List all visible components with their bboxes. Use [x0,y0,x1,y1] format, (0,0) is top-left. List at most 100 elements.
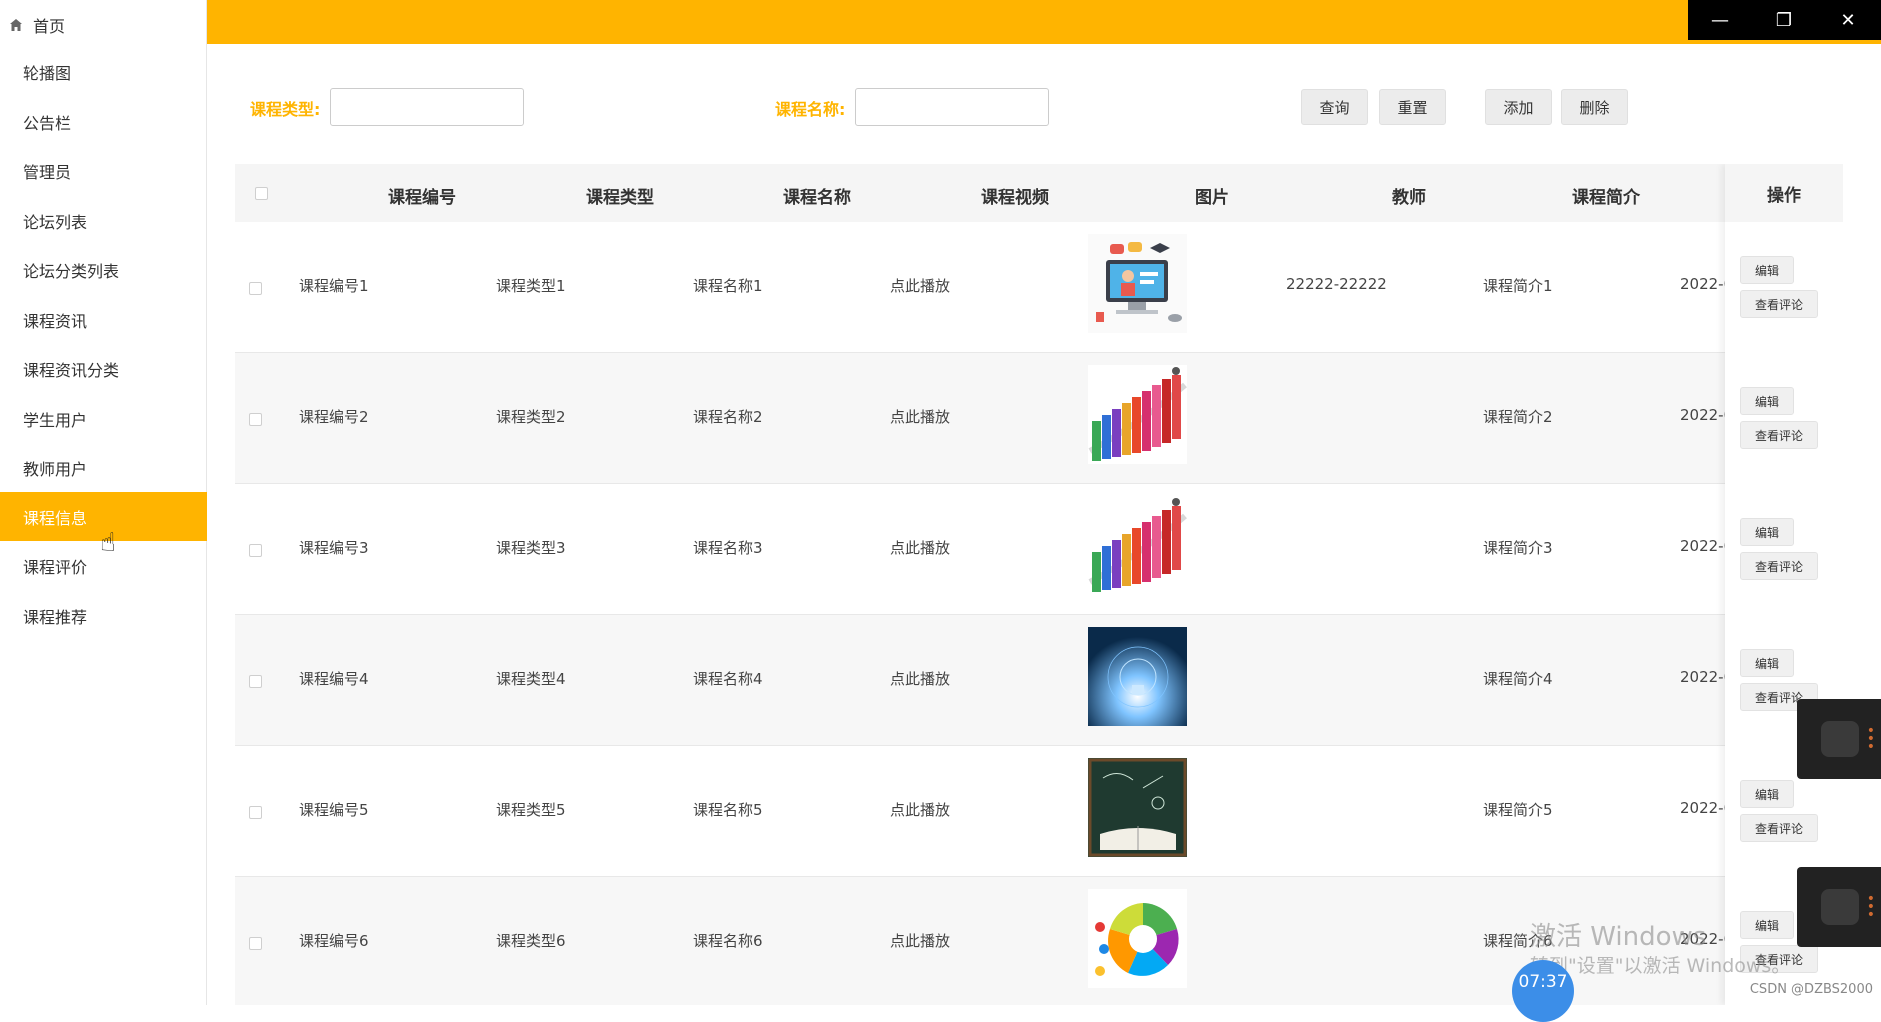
table-header: 课程编号 课程类型 课程名称 课程视频 图片 教师 课程简介 [235,164,1843,222]
sidebar-item-student-users[interactable]: 学生用户 [0,394,207,443]
header-course-name: 课程名称 [783,188,851,208]
header-course-type: 课程类型 [586,188,654,208]
cell-course-name: 课程名称2 [693,408,763,426]
header-course-intro: 课程简介 [1572,188,1640,208]
more-options-icon[interactable]: • • • [1867,892,1875,922]
table-row[interactable]: 课程编号5 课程类型5 课程名称5 点此播放 课程简介5 2022-0 [235,746,1843,877]
sidebar-item-label: 课程评价 [23,557,88,577]
play-video-link[interactable]: 点此播放 [890,930,950,951]
row-checkbox[interactable] [249,675,262,688]
row-checkbox[interactable] [249,937,262,950]
sidebar-item-label: 课程资讯 [23,311,88,331]
edit-button[interactable]: 编辑 [1740,911,1794,939]
view-comments-button[interactable]: 查看评论 [1740,421,1818,449]
lightbulb-tech-image [1088,627,1187,726]
edit-button[interactable]: 编辑 [1740,518,1794,546]
reset-button[interactable]: 重置 [1379,89,1446,125]
sidebar-item-label: 课程推荐 [23,607,88,627]
course-name-label: 课程名称: [775,100,846,119]
sidebar-item-label: 管理员 [23,162,72,182]
sidebar: 首页 轮播图 公告栏 管理员 论坛列表 论坛分类列表 课程资讯 课程资讯分类 学… [0,0,207,1005]
query-button[interactable]: 查询 [1301,89,1368,125]
row-checkbox[interactable] [249,544,262,557]
delete-button[interactable]: 删除 [1561,89,1628,125]
edit-button[interactable]: 编辑 [1740,780,1794,808]
colored-pencils-image [1088,365,1187,464]
header-operations: 操作 [1725,164,1843,222]
cell-course-code: 课程编号6 [299,932,369,950]
table-row[interactable]: 课程编号2 课程类型2 课程名称2 点此播放 课程简介2 2022-0 [235,353,1843,484]
window-controls: — ❐ ✕ [1688,0,1881,40]
sidebar-item-home[interactable]: 首页 [0,0,207,49]
edit-button[interactable]: 编辑 [1740,387,1794,415]
sidebar-item-course-news[interactable]: 课程资讯 [0,295,207,344]
course-type-input[interactable] [330,88,524,126]
play-video-link[interactable]: 点此播放 [890,799,950,820]
cell-course-name: 课程名称5 [693,801,763,819]
floating-video-widget[interactable]: • • • [1797,867,1881,947]
sidebar-item-teacher-users[interactable]: 教师用户 [0,443,207,492]
play-video-link[interactable]: 点此播放 [890,275,950,296]
more-options-icon[interactable]: • • • [1867,724,1875,754]
cell-course-code: 课程编号4 [299,670,369,688]
top-bar [207,0,1881,44]
cell-course-code: 课程编号1 [299,277,369,295]
sidebar-item-course-recommend[interactable]: 课程推荐 [0,591,207,640]
sidebar-item-course-news-category[interactable]: 课程资讯分类 [0,344,207,393]
colored-pencils-image [1088,496,1187,595]
view-comments-button[interactable]: 查看评论 [1740,290,1818,318]
floating-video-widget[interactable]: • • • [1797,699,1881,779]
cell-course-type: 课程类型3 [496,539,566,557]
select-all-checkbox[interactable] [255,187,268,200]
activation-watermark-title: 激活 Windows [1530,922,1707,952]
chalkboard-book-image [1088,758,1187,857]
hand-cursor-icon: ☝ [100,528,116,558]
row-checkbox[interactable] [249,806,262,819]
play-video-link[interactable]: 点此播放 [890,406,950,427]
close-icon[interactable]: ✕ [1816,0,1880,40]
video-player-icon [1821,721,1859,757]
row-checkbox[interactable] [249,413,262,426]
sidebar-item-label: 课程资讯分类 [23,360,120,380]
view-comments-button[interactable]: 查看评论 [1740,552,1818,580]
sidebar-item-forum-category[interactable]: 论坛分类列表 [0,245,207,294]
add-button[interactable]: 添加 [1485,89,1552,125]
course-table: 课程编号 课程类型 课程名称 课程视频 图片 教师 课程简介 课程编号1 课程类… [235,164,1843,1005]
cell-course-name: 课程名称6 [693,932,763,950]
infographic-wheel-image [1088,889,1187,988]
sidebar-item-label: 首页 [33,16,66,36]
cell-course-intro: 课程简介1 [1483,277,1553,295]
minimize-icon[interactable]: — [1688,0,1752,40]
cell-course-code: 课程编号3 [299,539,369,557]
restore-icon[interactable]: ❐ [1752,0,1816,40]
cell-course-type: 课程类型2 [496,408,566,426]
sidebar-item-label: 教师用户 [23,459,88,479]
view-comments-button[interactable]: 查看评论 [1740,814,1818,842]
table-row[interactable]: 课程编号1 课程类型1 课程名称1 点此播放 22222-22222 课程简介1… [235,222,1843,353]
cell-course-intro: 课程简介2 [1483,408,1553,426]
table-row[interactable]: 课程编号4 课程类型4 课程名称4 点此播放 课程简介4 2022-0 [235,615,1843,746]
sidebar-item-carousel[interactable]: 轮播图 [0,47,207,96]
sidebar-item-label: 课程信息 [23,508,88,528]
sidebar-item-admin[interactable]: 管理员 [0,146,207,195]
cell-course-code: 课程编号5 [299,801,369,819]
row-checkbox[interactable] [249,282,262,295]
sidebar-item-forum-list[interactable]: 论坛列表 [0,196,207,245]
cell-course-type: 课程类型5 [496,801,566,819]
table-row[interactable]: 课程编号3 课程类型3 课程名称3 点此播放 课程简介3 2022-0 [235,484,1843,615]
course-type-label: 课程类型: [250,100,321,119]
edit-button[interactable]: 编辑 [1740,649,1794,677]
cell-course-type: 课程类型4 [496,670,566,688]
home-icon [10,18,22,31]
course-name-input[interactable] [855,88,1049,126]
header-teacher: 教师 [1392,188,1426,208]
header-image: 图片 [1195,188,1229,208]
sidebar-item-notice[interactable]: 公告栏 [0,97,207,146]
cell-course-intro: 课程简介3 [1483,539,1553,557]
cell-course-name: 课程名称1 [693,277,763,295]
cell-course-name: 课程名称3 [693,539,763,557]
computer-classroom-image [1088,234,1187,333]
play-video-link[interactable]: 点此播放 [890,537,950,558]
play-video-link[interactable]: 点此播放 [890,668,950,689]
edit-button[interactable]: 编辑 [1740,256,1794,284]
